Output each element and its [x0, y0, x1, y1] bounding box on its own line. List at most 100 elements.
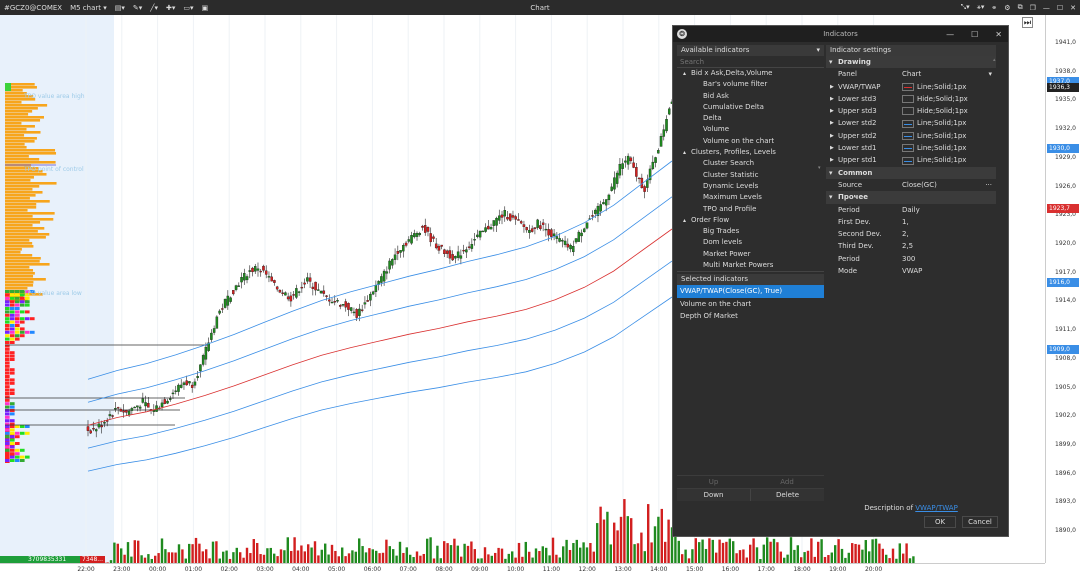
panel-select[interactable]: Chart ▾: [902, 68, 996, 80]
scroll-right-button[interactable]: ⏭: [1022, 17, 1033, 28]
setting-row[interactable]: Second Dev. 2,: [826, 228, 996, 240]
setting-value[interactable]: 2,5: [902, 240, 996, 252]
chart-type-icon[interactable]: ▤▾: [115, 4, 125, 12]
settings-scrollbar[interactable]: ▴: [993, 57, 998, 497]
selected-indicator-item[interactable]: VWAP/TWAP(Close(GC), True): [677, 285, 824, 298]
tree-item[interactable]: Volume on the chart: [677, 136, 824, 147]
drawing-row[interactable]: ▶ Lower std3 Hide;Solid;1px: [826, 93, 996, 105]
line-style-value[interactable]: Line;Solid;1px: [902, 81, 996, 93]
setting-row[interactable]: Period 300: [826, 253, 996, 265]
close-icon[interactable]: ✕: [1070, 4, 1076, 12]
setting-row[interactable]: Mode VWAP: [826, 265, 996, 277]
up-button[interactable]: Up: [677, 476, 750, 488]
tree-group[interactable]: ▴ Order Flow: [677, 215, 824, 226]
dropdown-arrow-icon[interactable]: ▾: [816, 45, 820, 56]
drawing-row[interactable]: ▶ VWAP/TWAP Line;Solid;1px: [826, 81, 996, 93]
common-section[interactable]: ▾ Common: [826, 166, 996, 179]
indicator-icon[interactable]: ⚹▾: [977, 3, 985, 12]
source-row[interactable]: Source Close(GC) ···: [826, 179, 996, 191]
line-style-value[interactable]: Hide;Solid;1px: [902, 93, 996, 105]
other-section[interactable]: ▾ Прочее: [826, 191, 996, 204]
tree-item[interactable]: Bar's volume filter: [677, 79, 824, 90]
setting-value[interactable]: VWAP: [902, 265, 996, 277]
setting-row[interactable]: Third Dev. 2,5: [826, 240, 996, 252]
line-style-value[interactable]: Line;Solid;1px: [902, 154, 996, 166]
time-axis[interactable]: 22:00 23:00 00:00 01:00 02:00 03:00 04:00 05:00…: [0, 563, 1045, 575]
pencil-icon[interactable]: ✎▾: [133, 4, 142, 12]
setting-value[interactable]: 2,: [902, 228, 996, 240]
tree-item[interactable]: Cluster Search: [677, 158, 824, 169]
expand-arrow-icon[interactable]: ▶: [830, 93, 834, 105]
description-link[interactable]: VWAP/TWAP: [915, 504, 958, 512]
window-restore-icon[interactable]: ❐: [1030, 4, 1036, 12]
rect-tool-icon[interactable]: ▭▾: [183, 4, 193, 12]
tree-item[interactable]: TPO and Profile: [677, 204, 824, 215]
color-swatch[interactable]: [902, 131, 914, 140]
drawing-row[interactable]: ▶ Upper std1 Line;Solid;1px: [826, 154, 996, 166]
color-swatch[interactable]: [902, 156, 914, 165]
line-tool-icon[interactable]: ╱▾: [150, 4, 158, 12]
tree-group[interactable]: ▴ Clusters, Profiles, Levels: [677, 147, 824, 158]
expand-arrow-icon[interactable]: ▶: [830, 130, 834, 142]
down-button[interactable]: Down: [677, 489, 750, 501]
chevron-down-icon[interactable]: ▴: [683, 70, 686, 77]
delete-button[interactable]: Delete: [750, 489, 824, 501]
layout-icon[interactable]: ▣: [202, 4, 209, 12]
tree-item[interactable]: Big Trades: [677, 226, 824, 237]
color-swatch[interactable]: [902, 95, 914, 104]
ok-button[interactable]: OK: [924, 516, 956, 528]
tree-item[interactable]: Bid Ask: [677, 91, 824, 102]
setting-value[interactable]: 300: [902, 253, 996, 265]
tree-item[interactable]: Delta: [677, 113, 824, 124]
drawing-section[interactable]: ▾ Drawing: [826, 56, 996, 69]
chevron-down-icon[interactable]: ▴: [683, 149, 686, 156]
tree-item[interactable]: Maximum Levels: [677, 192, 824, 203]
color-swatch[interactable]: [902, 82, 914, 91]
dialog-minimize-icon[interactable]: —: [946, 30, 954, 39]
selected-indicator-item[interactable]: Depth Of Market: [677, 310, 824, 323]
line-style-value[interactable]: Hide;Solid;1px: [902, 105, 996, 117]
tree-group[interactable]: ▴ Bid x Ask,Delta,Volume: [677, 68, 824, 79]
link-icon[interactable]: ⚭: [991, 4, 997, 12]
dialog-close-icon[interactable]: ✕: [995, 30, 1002, 39]
timeframe-dropdown[interactable]: M5 chart ▾: [70, 4, 107, 12]
minimize-icon[interactable]: —: [1043, 4, 1050, 12]
available-indicators-header[interactable]: Available indicators ▾: [677, 45, 824, 56]
copy-icon[interactable]: ⧉: [1018, 3, 1023, 12]
color-swatch[interactable]: [902, 119, 914, 128]
selected-indicator-item[interactable]: Volume on the chart: [677, 298, 824, 311]
crosshair-icon[interactable]: ✚▾: [166, 4, 175, 12]
setting-row[interactable]: First Dev. 1,: [826, 216, 996, 228]
expand-arrow-icon[interactable]: ▶: [830, 105, 834, 117]
dialog-maximize-icon[interactable]: ☐: [971, 30, 978, 39]
setting-value[interactable]: Daily: [902, 204, 996, 216]
expand-arrow-icon[interactable]: ▶: [830, 154, 834, 166]
tree-item[interactable]: Dom levels: [677, 237, 824, 248]
expand-arrow-icon[interactable]: ▶: [830, 117, 834, 129]
tree-item[interactable]: Cluster Statistic: [677, 170, 824, 181]
panel-row[interactable]: Panel Chart ▾: [826, 68, 996, 80]
source-value[interactable]: Close(GC) ···: [902, 179, 996, 191]
chevron-down-icon[interactable]: ▴: [683, 217, 686, 224]
expand-arrow-icon[interactable]: ▶: [830, 81, 834, 93]
price-axis[interactable]: 1941,0 1938,0 1935,0 1932,0 1929,0 1926,0 1923…: [1045, 15, 1080, 563]
drawing-row[interactable]: ▶ Upper std2 Line;Solid;1px: [826, 130, 996, 142]
maximize-icon[interactable]: ☐: [1057, 4, 1063, 12]
tree-scrollbar[interactable]: ▾: [818, 68, 823, 271]
tree-item[interactable]: Dynamic Levels: [677, 181, 824, 192]
tree-item[interactable]: Market Power: [677, 249, 824, 260]
tree-item[interactable]: Cumulative Delta: [677, 102, 824, 113]
color-swatch[interactable]: [902, 107, 914, 116]
line-style-value[interactable]: Line;Solid;1px: [902, 117, 996, 129]
cancel-button[interactable]: Cancel: [962, 516, 998, 528]
color-swatch[interactable]: [902, 144, 914, 153]
line-style-value[interactable]: Line;Solid;1px: [902, 130, 996, 142]
tree-item[interactable]: Multi Market Powers: [677, 260, 824, 271]
line-style-value[interactable]: Line;Solid;1px: [902, 142, 996, 154]
symbol-label[interactable]: #GCZ0@COMEX: [4, 4, 62, 12]
drawing-row[interactable]: ▶ Lower std2 Line;Solid;1px: [826, 117, 996, 129]
expand-arrow-icon[interactable]: ▶: [830, 142, 834, 154]
search-input[interactable]: [677, 56, 824, 68]
drawing-row[interactable]: ▶ Upper std3 Hide;Solid;1px: [826, 105, 996, 117]
tree-item[interactable]: Volume: [677, 124, 824, 135]
